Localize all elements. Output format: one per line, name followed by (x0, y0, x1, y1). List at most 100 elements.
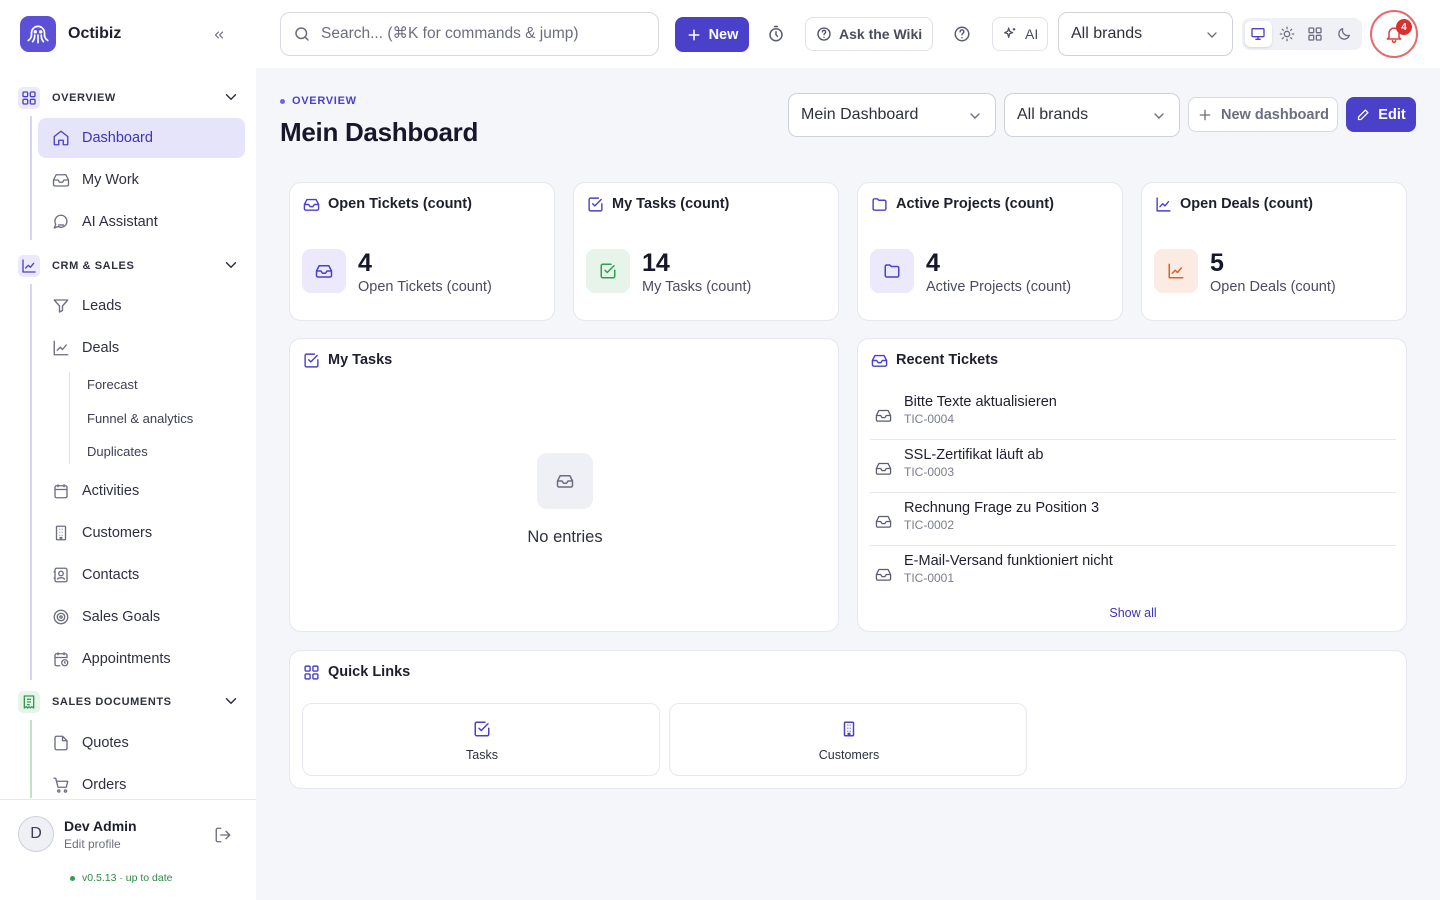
quick-link-tasks[interactable]: Tasks (302, 703, 660, 776)
sidebar-item-label: Appointments (82, 651, 171, 667)
trending-icon (1154, 195, 1172, 213)
breadcrumb: OVERVIEW (280, 95, 357, 107)
new-dashboard-button[interactable]: New dashboard (1188, 97, 1338, 132)
ask-wiki-button[interactable]: Ask the Wiki (805, 17, 934, 51)
contact-icon (52, 566, 70, 584)
file-icon (52, 734, 70, 752)
sidebar-item-contacts[interactable]: Contacts (38, 555, 245, 595)
stat-value: 4 (358, 249, 372, 277)
sidebar-item-leads[interactable]: Leads (38, 286, 245, 326)
dashboard-select[interactable]: Mein Dashboard (788, 93, 996, 137)
stat-card-my-tasks[interactable]: My Tasks (count) 14 My Tasks (count) (573, 182, 839, 321)
search-box[interactable] (280, 12, 659, 56)
stat-card-open-tickets[interactable]: Open Tickets (count) 4 Open Tickets (cou… (289, 182, 555, 321)
sidebar-item-dashboard[interactable]: Dashboard (38, 118, 245, 158)
brand-select-top[interactable]: All brands (1058, 12, 1233, 56)
timer-icon[interactable] (766, 24, 786, 44)
new-dashboard-label: New dashboard (1221, 106, 1329, 123)
calendar-icon (52, 482, 70, 500)
ticket-row[interactable]: Bitte Texte aktualisieren TIC-0004 (870, 387, 1396, 440)
sidebar-subitem-forecast[interactable]: Forecast (87, 377, 138, 392)
new-button-label: New (708, 26, 739, 43)
logout-icon[interactable] (214, 826, 232, 844)
sidebar-item-quotes[interactable]: Quotes (38, 723, 245, 763)
sun-icon[interactable] (1274, 21, 1301, 47)
quick-link-label: Customers (818, 748, 880, 762)
card-title: Open Deals (count) (1180, 196, 1313, 212)
moon-icon[interactable] (1331, 21, 1358, 47)
check-square-icon (473, 720, 491, 738)
breadcrumb-label: OVERVIEW (292, 95, 357, 107)
building-icon (52, 524, 70, 542)
sidebar-item-label: Activities (82, 483, 140, 499)
empty-state-text: No entries (527, 528, 603, 546)
sidebar-item-ai-assistant[interactable]: AI Assistant (38, 202, 245, 242)
sidebar-item-my-work[interactable]: My Work (38, 160, 245, 200)
sidebar-item-sales-goals[interactable]: Sales Goals (38, 597, 245, 637)
chevron-down-icon[interactable] (222, 692, 240, 710)
edit-button[interactable]: Edit (1346, 97, 1416, 132)
section-label: CRM & SALES (52, 260, 135, 272)
sidebar-subitem-funnel-analytics[interactable]: Funnel & analytics (87, 411, 193, 426)
deals-sub-rail (69, 372, 70, 464)
stat-value: 14 (642, 249, 670, 277)
ticket-id: TIC-0003 (904, 465, 955, 479)
notifications-button[interactable]: 4 (1370, 10, 1418, 58)
chevron-down-icon[interactable] (222, 256, 240, 274)
sidebar-item-activities[interactable]: Activities (38, 471, 245, 511)
quick-link-customers[interactable]: Customers (669, 703, 1027, 776)
filter-icon (52, 297, 70, 315)
section-overview[interactable]: OVERVIEW (18, 86, 240, 110)
sidebar-item-label: My Work (82, 172, 139, 188)
desktop-icon[interactable] (1245, 21, 1272, 47)
sidebar-item-customers[interactable]: Customers (38, 513, 245, 553)
receipt-icon (18, 691, 40, 713)
app-name: Octibiz (68, 25, 122, 42)
search-input[interactable] (321, 25, 641, 43)
stat-card-open-deals[interactable]: Open Deals (count) 5 Open Deals (count) (1141, 182, 1407, 321)
breadcrumb-dot-icon (280, 98, 285, 104)
folder-icon (870, 249, 914, 293)
brand[interactable]: Octibiz (20, 16, 121, 52)
chat-icon (52, 213, 70, 231)
collapse-sidebar-icon[interactable] (208, 24, 230, 46)
card-title: Active Projects (count) (896, 196, 1054, 212)
my-tasks-widget: My Tasks No entries (289, 338, 839, 632)
section-sales-documents[interactable]: SALES DOCUMENTS (18, 690, 240, 714)
edit-profile-link[interactable]: Edit profile (64, 837, 121, 851)
quick-link-label: Tasks (466, 748, 498, 762)
building-icon (840, 720, 858, 738)
edit-label: Edit (1378, 106, 1406, 123)
section-crm-sales[interactable]: CRM & SALES (18, 254, 240, 278)
card-title: My Tasks (count) (612, 196, 730, 212)
chart-line-icon (18, 255, 40, 277)
ask-wiki-label: Ask the Wiki (839, 26, 923, 42)
stat-card-active-projects[interactable]: Active Projects (count) 4 Active Project… (857, 182, 1123, 321)
avatar[interactable]: D (18, 816, 54, 852)
brand-select[interactable]: All brands (1004, 93, 1180, 137)
sidebar-item-orders[interactable]: Orders (38, 765, 245, 798)
version-status: v0.5.13 · up to date (70, 872, 172, 884)
ticket-row[interactable]: SSL-Zertifikat läuft ab TIC-0003 (870, 440, 1396, 493)
inbox-icon (870, 351, 888, 369)
chevron-down-icon[interactable] (222, 88, 240, 106)
sidebar-item-deals[interactable]: Deals (38, 328, 245, 368)
layout-grid-icon[interactable] (1302, 21, 1329, 47)
inbox-icon (875, 566, 892, 583)
ai-button[interactable]: AI (992, 17, 1049, 51)
quick-links-widget: Quick Links Tasks Customers (289, 650, 1407, 789)
ticket-row[interactable]: E-Mail-Versand funktioniert nicht TIC-00… (870, 546, 1396, 599)
sidebar-item-appointments[interactable]: Appointments (38, 639, 245, 679)
sidebar-item-label: Contacts (82, 567, 140, 583)
show-all-link[interactable]: Show all (858, 606, 1408, 620)
new-button[interactable]: New (675, 17, 749, 52)
ticket-title: E-Mail-Versand funktioniert nicht (904, 553, 1113, 569)
brand-select-value: All brands (1017, 106, 1089, 123)
card-title: Recent Tickets (896, 352, 999, 368)
help-icon[interactable] (952, 24, 972, 44)
sidebar-subitem-duplicates[interactable]: Duplicates (87, 444, 148, 459)
chevron-down-icon (1204, 27, 1220, 43)
calendar-clock-icon (52, 650, 70, 668)
check-square-icon (586, 195, 604, 213)
ticket-row[interactable]: Rechnung Frage zu Position 3 TIC-0002 (870, 493, 1396, 546)
